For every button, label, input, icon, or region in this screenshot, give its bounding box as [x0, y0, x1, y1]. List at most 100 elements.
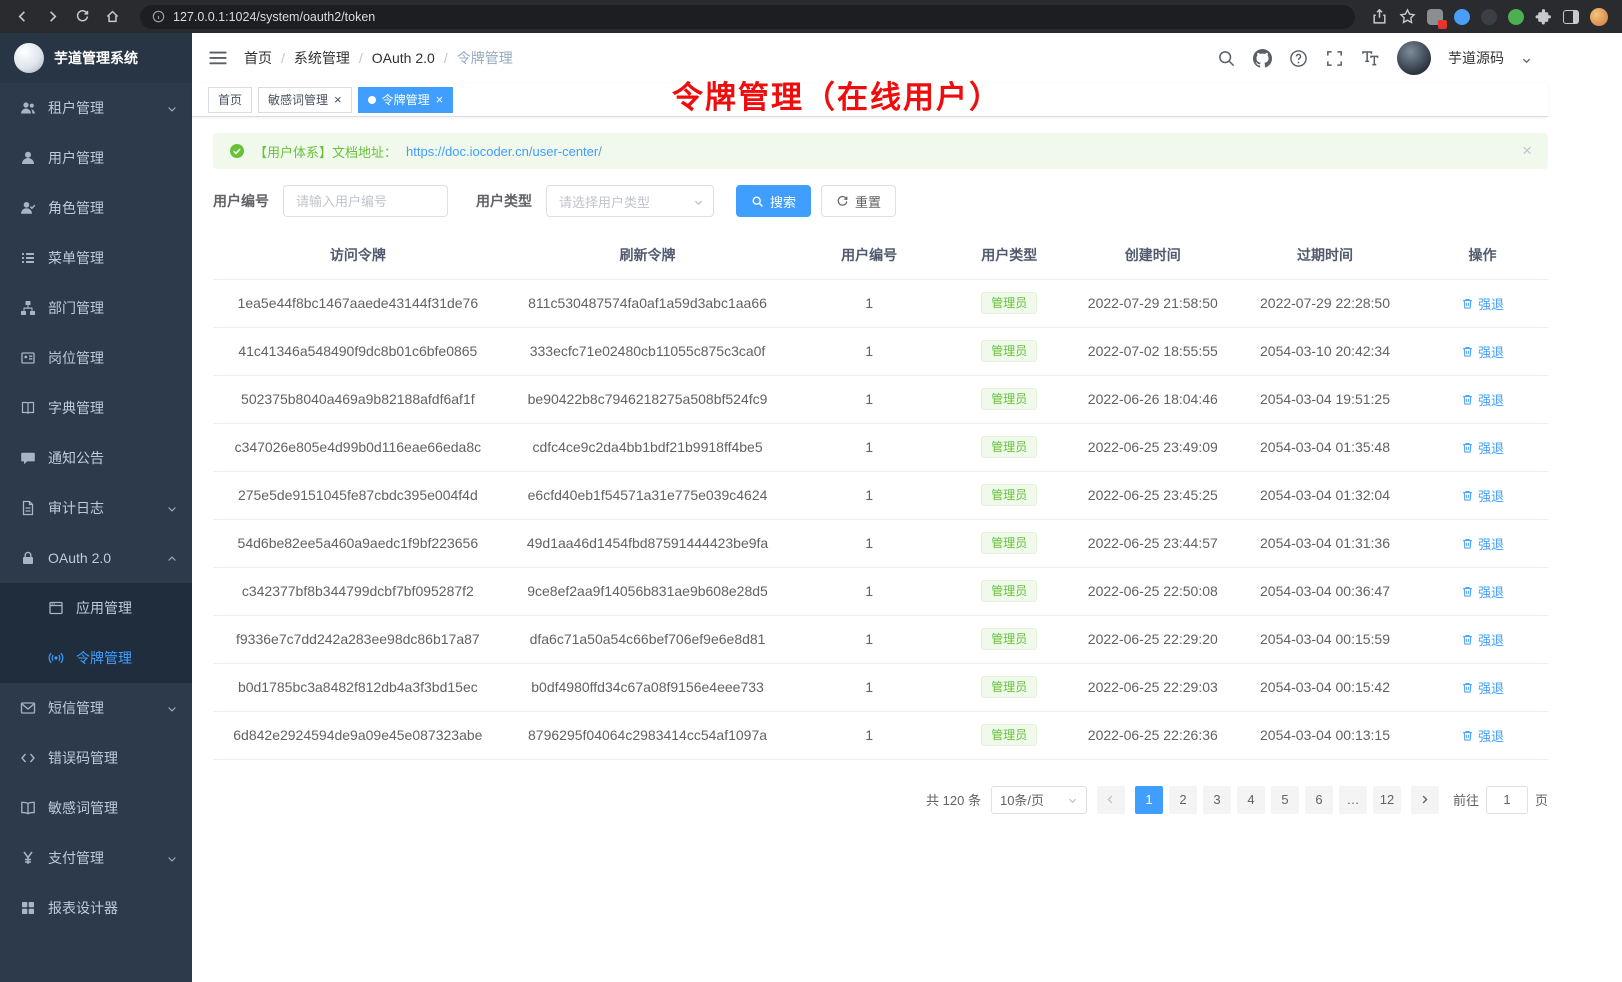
code-icon: [20, 750, 36, 766]
sidebar-item[interactable]: 错误码管理: [0, 733, 192, 783]
force-logout-button[interactable]: 强退: [1461, 390, 1504, 409]
cell-user-id: 1: [792, 615, 946, 663]
sidebar-item[interactable]: 租户管理: [0, 83, 192, 133]
force-logout-label: 强退: [1478, 582, 1504, 601]
url-bar[interactable]: 127.0.0.1:1024/system/oauth2/token: [140, 5, 1355, 29]
cell-user-type: 管理员: [946, 279, 1073, 327]
bookmark-star-icon[interactable]: [1399, 8, 1416, 25]
puzzle-extensions-icon[interactable]: [1535, 8, 1552, 25]
breadcrumb-item[interactable]: OAuth 2.0: [372, 50, 435, 66]
force-logout-label: 强退: [1478, 678, 1504, 697]
sidebar-item[interactable]: 岗位管理: [0, 333, 192, 383]
font-size-icon[interactable]: [1361, 49, 1380, 68]
sidebar-item[interactable]: 支付管理: [0, 833, 192, 883]
breadcrumb-item[interactable]: 系统管理: [294, 48, 350, 68]
breadcrumb-item[interactable]: 首页: [244, 48, 272, 68]
forward-icon[interactable]: [40, 5, 64, 29]
page-size-select[interactable]: 10条/页: [991, 786, 1087, 814]
tab-close-icon[interactable]: ×: [334, 93, 342, 106]
search-icon: [751, 195, 764, 208]
sidebar-item[interactable]: 部门管理: [0, 283, 192, 333]
hamburger-icon[interactable]: [208, 48, 228, 68]
alert-close-icon[interactable]: ×: [1522, 141, 1532, 161]
page-button[interactable]: 12: [1373, 786, 1401, 814]
tab-label: 敏感词管理: [268, 91, 328, 108]
user-type-select[interactable]: 请选择用户类型: [546, 185, 714, 217]
home-icon[interactable]: [100, 5, 124, 29]
cell-refresh-token: 49d1aa46d1454fbd87591444423be9fa: [503, 519, 793, 567]
sidebar-item[interactable]: 字典管理: [0, 383, 192, 433]
search-icon[interactable]: [1217, 49, 1236, 68]
force-logout-button[interactable]: 强退: [1461, 534, 1504, 553]
chevron-down-icon[interactable]: [1521, 53, 1532, 64]
sidebar-subitem[interactable]: 令牌管理: [0, 633, 192, 683]
yen-icon: [20, 850, 36, 866]
cell-access-token: 275e5de9151045fe87cbdc395e004f4d: [213, 471, 503, 519]
success-check-icon: [229, 143, 245, 159]
breadcrumb-separator: /: [359, 50, 363, 66]
force-logout-button[interactable]: 强退: [1461, 294, 1504, 313]
github-icon[interactable]: [1253, 49, 1272, 68]
sidebar-item[interactable]: 角色管理: [0, 183, 192, 233]
sidebar-item-label: 支付管理: [48, 848, 166, 868]
cell-created-time: 2022-06-25 22:26:36: [1073, 711, 1233, 759]
alert-doc-link[interactable]: https://doc.iocoder.cn/user-center/: [406, 144, 602, 159]
site-info-icon[interactable]: [152, 10, 165, 23]
page-button[interactable]: 5: [1271, 786, 1299, 814]
lock-icon: [20, 550, 36, 566]
force-logout-button[interactable]: 强退: [1461, 726, 1504, 745]
back-icon[interactable]: [10, 5, 34, 29]
reset-button[interactable]: 重置: [821, 185, 896, 217]
page-button[interactable]: 6: [1305, 786, 1333, 814]
help-icon[interactable]: [1289, 49, 1308, 68]
sidebar-item[interactable]: 通知公告: [0, 433, 192, 483]
sidebar-item[interactable]: OAuth 2.0: [0, 533, 192, 583]
user-type-tag: 管理员: [981, 436, 1037, 458]
page-ellipsis[interactable]: …: [1339, 786, 1367, 814]
force-logout-button[interactable]: 强退: [1461, 342, 1504, 361]
tab-close-icon[interactable]: ×: [436, 93, 444, 106]
page-button[interactable]: 1: [1135, 786, 1163, 814]
sidebar-item[interactable]: 用户管理: [0, 133, 192, 183]
prev-page-button[interactable]: [1097, 786, 1125, 814]
search-button[interactable]: 搜索: [736, 185, 811, 217]
sidebar-item[interactable]: 报表设计器: [0, 883, 192, 933]
browser-profile-avatar[interactable]: [1590, 8, 1608, 26]
sidebar-item[interactable]: 审计日志: [0, 483, 192, 533]
force-logout-button[interactable]: 强退: [1461, 678, 1504, 697]
page-button[interactable]: 4: [1237, 786, 1265, 814]
force-logout-button[interactable]: 强退: [1461, 438, 1504, 457]
column-header: 操作: [1417, 231, 1548, 279]
sidebar-item[interactable]: 短信管理: [0, 683, 192, 733]
sidebar-item[interactable]: 菜单管理: [0, 233, 192, 283]
cell-access-token: f9336e7c7dd242a283ee98dc86b17a87: [213, 615, 503, 663]
next-page-button[interactable]: [1411, 786, 1439, 814]
sidebar-subitem[interactable]: 应用管理: [0, 583, 192, 633]
tab-item[interactable]: 敏感词管理 ×: [258, 87, 352, 113]
page-button[interactable]: 2: [1169, 786, 1197, 814]
goto-page-input[interactable]: [1486, 786, 1528, 814]
sidebar-item[interactable]: 敏感词管理: [0, 783, 192, 833]
extension-green-icon[interactable]: [1508, 9, 1524, 25]
cell-user-id: 1: [792, 711, 946, 759]
force-logout-button[interactable]: 强退: [1461, 630, 1504, 649]
extension-dark-icon[interactable]: [1481, 9, 1497, 25]
extension-badged-icon[interactable]: [1427, 9, 1443, 25]
refresh-icon: [836, 195, 849, 208]
extension-blue-icon[interactable]: [1454, 9, 1470, 25]
page-button[interactable]: 3: [1203, 786, 1231, 814]
tab-item[interactable]: 首页: [208, 87, 252, 113]
force-logout-button[interactable]: 强退: [1461, 486, 1504, 505]
user-id-input[interactable]: [283, 185, 448, 217]
user-avatar[interactable]: [1397, 41, 1431, 75]
reload-icon[interactable]: [70, 5, 94, 29]
cell-expire-time: 2054-03-10 20:42:34: [1233, 327, 1417, 375]
fullscreen-icon[interactable]: [1325, 49, 1344, 68]
force-logout-button[interactable]: 强退: [1461, 582, 1504, 601]
tab-active[interactable]: 令牌管理×: [358, 87, 454, 113]
cell-refresh-token: 8796295f04064c2983414cc54af1097a: [503, 711, 793, 759]
list-icon: [20, 250, 36, 266]
share-icon[interactable]: [1371, 8, 1388, 25]
app-logo[interactable]: 芋道管理系统: [0, 33, 192, 83]
side-panel-icon[interactable]: [1563, 10, 1579, 24]
